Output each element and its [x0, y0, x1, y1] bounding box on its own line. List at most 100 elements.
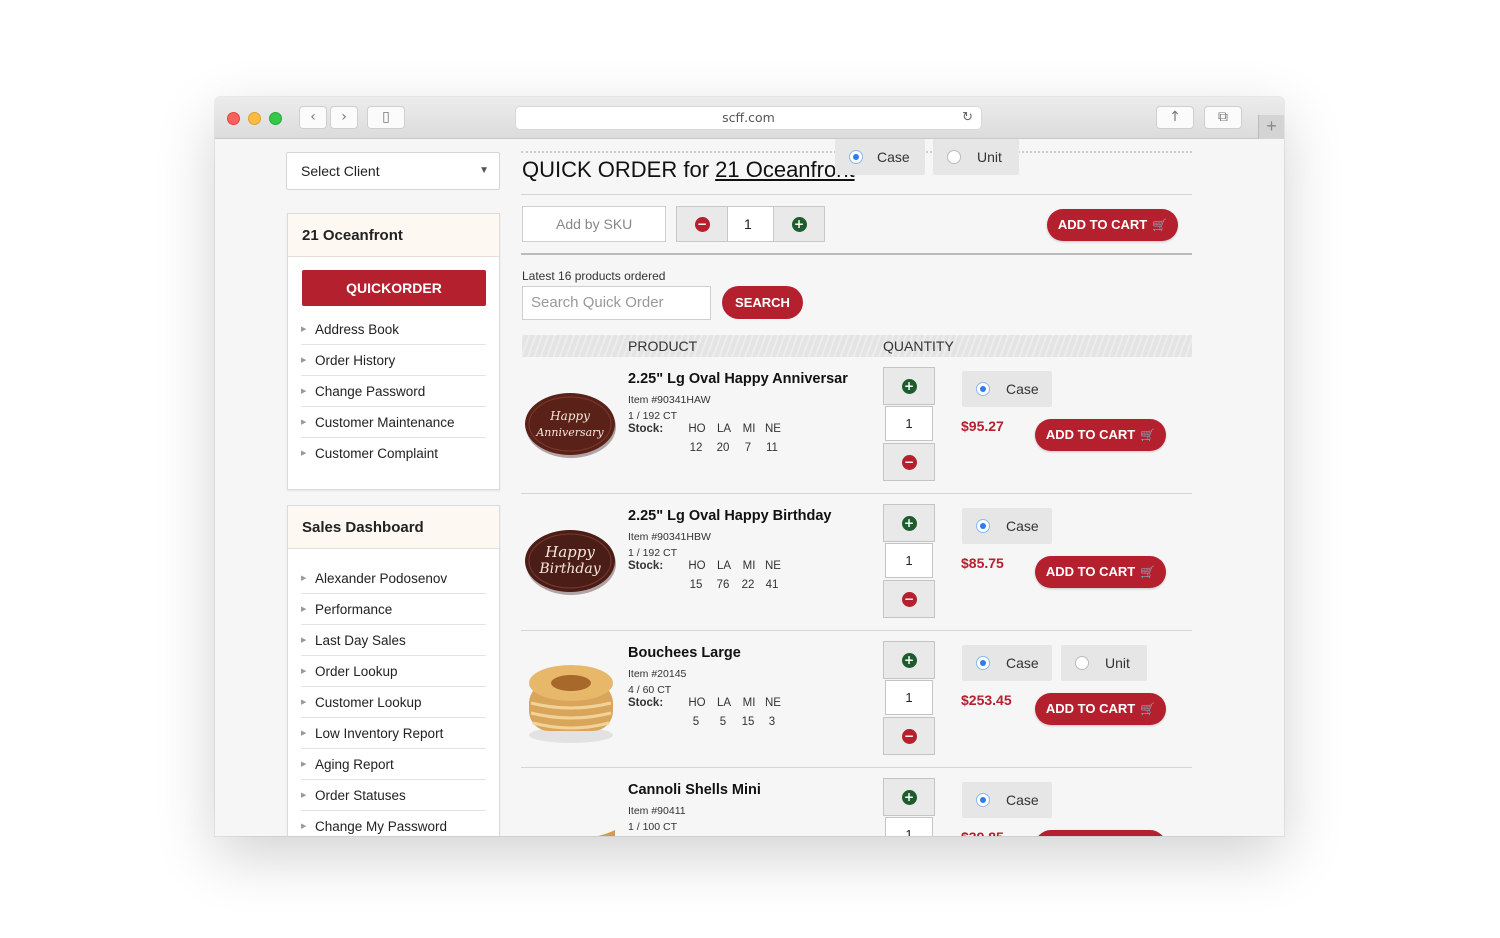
- client-menu-item[interactable]: ▶ Customer Complaint: [301, 438, 486, 469]
- sidebar-toggle-icon[interactable]: ▯: [367, 106, 405, 129]
- product-price: $95.27: [961, 418, 1004, 434]
- menu-item-label: Aging Report: [315, 757, 394, 772]
- case-option[interactable]: Case: [962, 782, 1052, 818]
- share-icon[interactable]: ↑: [1156, 106, 1194, 129]
- case-label: Case: [1006, 655, 1039, 671]
- menu-item-label: Customer Lookup: [315, 695, 422, 710]
- add-to-cart-button[interactable]: ADD TO CART 🛒: [1035, 419, 1166, 451]
- case-option[interactable]: Case: [962, 645, 1052, 681]
- browser-titlebar: ‹ › ▯ scff.com ↻ ↑ ⧉ +: [215, 97, 1284, 139]
- sales-menu-item[interactable]: ▶ Low Inventory Report: [301, 718, 486, 749]
- sales-menu-item[interactable]: ▶ Change My Password: [301, 811, 486, 836]
- sku-input[interactable]: Add by SKU: [522, 206, 666, 242]
- sales-menu-item[interactable]: ▶ Last Day Sales: [301, 625, 486, 656]
- increment-button[interactable]: +: [883, 641, 935, 679]
- radio-selected-icon: [976, 656, 990, 670]
- product-row: Bouchees Large Item #20145 4 / 60 CT Sto…: [521, 631, 1192, 768]
- stock-location: NE: [765, 423, 781, 435]
- sales-menu-item[interactable]: ▶ Aging Report: [301, 749, 486, 780]
- case-option[interactable]: Case: [962, 371, 1052, 407]
- quantity-input[interactable]: 1: [727, 206, 775, 242]
- decrement-button[interactable]: −: [883, 580, 935, 618]
- svg-text:Anniversary: Anniversary: [535, 426, 604, 439]
- case-label: Case: [1006, 518, 1039, 534]
- stock-location: MI: [742, 697, 756, 709]
- radio-selected-icon: [976, 793, 990, 807]
- menu-item-label: Customer Maintenance: [315, 415, 455, 430]
- reload-icon[interactable]: ↻: [962, 107, 973, 129]
- sales-menu-item[interactable]: ▶ Performance: [301, 594, 486, 625]
- caret-right-icon: ▶: [301, 668, 307, 675]
- client-menu-item[interactable]: ▶ Change Password: [301, 376, 486, 407]
- decrement-button[interactable]: −: [883, 443, 935, 481]
- minimize-window-button[interactable]: [248, 112, 261, 125]
- unit-option[interactable]: Unit: [1061, 645, 1147, 681]
- product-name[interactable]: Bouchees Large: [628, 645, 741, 661]
- product-pack-size: 1 / 192 CT: [628, 410, 678, 422]
- add-to-cart-label: ADD TO CART: [1045, 427, 1136, 442]
- caret-right-icon: ▶: [301, 388, 307, 395]
- sales-menu-item[interactable]: ▶ Order Lookup: [301, 656, 486, 687]
- increment-button[interactable]: +: [883, 367, 935, 405]
- client-menu-item[interactable]: ▶ Address Book: [301, 314, 486, 345]
- sales-menu-item[interactable]: ▶ Customer Lookup: [301, 687, 486, 718]
- divider: [521, 253, 1192, 255]
- select-client-dropdown[interactable]: Select Client ▼: [286, 152, 500, 190]
- unit-option[interactable]: Unit: [933, 139, 1019, 175]
- sales-menu-item[interactable]: ▶ Order Statuses: [301, 780, 486, 811]
- tabs-icon[interactable]: ⧉: [1204, 106, 1242, 129]
- quantity-input[interactable]: 1: [885, 680, 933, 715]
- zoom-window-button[interactable]: [269, 112, 282, 125]
- menu-item-label: Order History: [315, 353, 396, 368]
- cart-icon: 🛒: [1140, 428, 1156, 442]
- sales-menu-item[interactable]: ▶ Alexander Podosenov: [301, 563, 486, 594]
- radio-unselected-icon: [1075, 656, 1089, 670]
- add-to-cart-button[interactable]: ADD TO CART🛒: [1035, 693, 1166, 725]
- client-menu-item[interactable]: ▶ Customer Maintenance: [301, 407, 486, 438]
- add-to-cart-button[interactable]: ADD TO CART 🛒: [1047, 209, 1178, 241]
- product-name[interactable]: 2.25" Lg Oval Happy Birthday: [628, 508, 832, 524]
- new-tab-icon[interactable]: +: [1258, 115, 1284, 139]
- url-text: scff.com: [722, 110, 775, 125]
- increment-button[interactable]: +: [773, 206, 825, 242]
- search-input[interactable]: Search Quick Order: [522, 286, 711, 320]
- add-to-cart-label: ADD TO CART: [1057, 217, 1148, 232]
- product-row: Happy Birthday 2.25" Lg Oval Happy Birth…: [521, 494, 1192, 631]
- decrement-button[interactable]: −: [676, 206, 728, 242]
- stock-label: Stock:: [628, 560, 664, 572]
- quantity-input[interactable]: 1: [885, 817, 933, 836]
- minus-icon: −: [694, 217, 710, 232]
- quickorder-button[interactable]: QUICKORDER: [302, 270, 486, 306]
- stock-location: LA: [716, 423, 732, 435]
- stock-count: 41: [765, 579, 779, 591]
- quantity-input[interactable]: 1: [885, 543, 933, 578]
- svg-text:Happy: Happy: [549, 409, 590, 423]
- client-name-link[interactable]: 21 Oceanfront: [715, 157, 854, 182]
- client-menu-item[interactable]: ▶ Order History: [301, 345, 486, 376]
- caret-right-icon: ▶: [301, 606, 307, 613]
- case-option[interactable]: Case: [835, 139, 925, 175]
- close-window-button[interactable]: [227, 112, 240, 125]
- search-button[interactable]: SEARCH: [722, 286, 803, 319]
- sales-dashboard-panel: Sales Dashboard ▶ Alexander Podosenov ▶ Pe…: [287, 505, 500, 836]
- caret-right-icon: ▶: [301, 357, 307, 364]
- menu-item-label: Low Inventory Report: [315, 726, 444, 741]
- increment-button[interactable]: +: [883, 778, 935, 816]
- product-name[interactable]: Cannoli Shells Mini: [628, 782, 761, 798]
- back-icon[interactable]: ‹: [299, 106, 327, 129]
- decrement-button[interactable]: −: [883, 717, 935, 755]
- product-name[interactable]: 2.25" Lg Oval Happy Anniversar: [628, 371, 848, 387]
- product-price: $39.85: [961, 829, 1004, 836]
- address-bar[interactable]: scff.com ↻: [515, 106, 982, 130]
- add-to-cart-button[interactable]: ADD TO CART🛒: [1035, 830, 1166, 836]
- quantity-input[interactable]: 1: [885, 406, 933, 441]
- product-row: Cannoli Shells Mini Item #90411 1 / 100 …: [521, 768, 1192, 836]
- case-label: Case: [1006, 381, 1039, 397]
- case-option[interactable]: Case: [962, 508, 1052, 544]
- cart-icon: 🛒: [1152, 218, 1168, 232]
- forward-icon[interactable]: ›: [330, 106, 358, 129]
- caret-right-icon: ▶: [301, 637, 307, 644]
- increment-button[interactable]: +: [883, 504, 935, 542]
- add-to-cart-button[interactable]: ADD TO CART🛒: [1035, 556, 1166, 588]
- chevron-down-icon: ▼: [479, 165, 489, 176]
